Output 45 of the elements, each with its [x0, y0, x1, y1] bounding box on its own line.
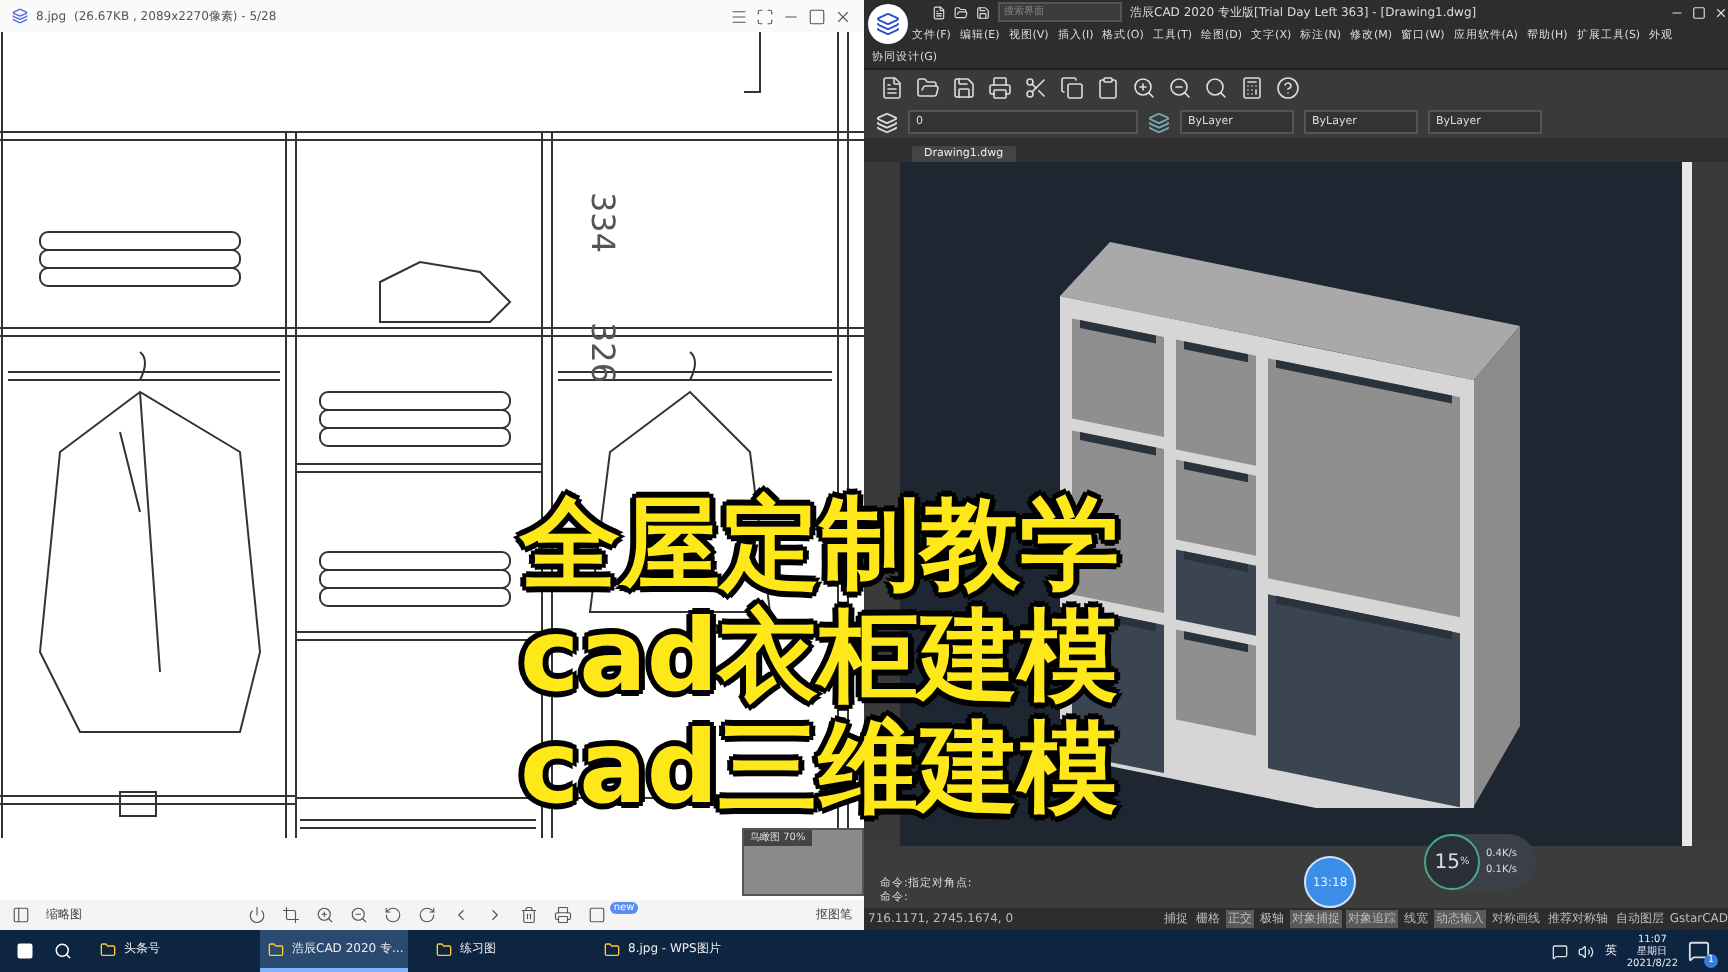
- help-icon[interactable]: [1276, 76, 1300, 100]
- power-icon[interactable]: [247, 906, 266, 924]
- bracket-line: [743, 32, 761, 93]
- zoom-in-icon[interactable]: [1132, 76, 1156, 100]
- layers-icon[interactable]: [876, 111, 898, 133]
- dimension-label: 326: [584, 322, 622, 384]
- rotate-left-icon[interactable]: [383, 906, 402, 924]
- app-icon: [268, 941, 284, 957]
- zoom-out-icon[interactable]: [1168, 76, 1192, 100]
- app-icon: [436, 941, 452, 957]
- save-icon[interactable]: [952, 76, 976, 100]
- volume-icon[interactable]: [1578, 943, 1595, 959]
- menu-icon[interactable]: [730, 7, 748, 25]
- delete-icon[interactable]: [519, 906, 538, 924]
- apps-icon[interactable]: [587, 906, 606, 924]
- search-icon[interactable]: [54, 942, 72, 960]
- copy-icon[interactable]: [1060, 76, 1084, 100]
- layer-states-icon[interactable]: [1148, 111, 1170, 133]
- open-folder-icon[interactable]: [954, 5, 968, 19]
- maximize-icon[interactable]: [808, 7, 826, 25]
- print-icon[interactable]: [988, 76, 1012, 100]
- close-icon[interactable]: [834, 7, 852, 25]
- calculator-icon[interactable]: [1240, 76, 1264, 100]
- zoom-window-icon[interactable]: [1204, 76, 1228, 100]
- app-logo-icon: [12, 8, 28, 24]
- new-file-icon[interactable]: [880, 76, 904, 100]
- app-icon: [100, 941, 116, 957]
- cut-icon[interactable]: [1024, 76, 1048, 100]
- app-icon: [604, 941, 620, 957]
- paste-icon[interactable]: [1096, 76, 1120, 100]
- scrollbar[interactable]: [1682, 162, 1692, 846]
- zoom-in-icon[interactable]: [315, 906, 334, 924]
- fullscreen-icon[interactable]: [756, 7, 774, 25]
- zoom-out-icon[interactable]: [349, 906, 368, 924]
- new-file-icon[interactable]: [932, 5, 946, 19]
- print-icon[interactable]: [553, 906, 572, 924]
- chat-icon[interactable]: [1552, 943, 1569, 959]
- rotate-right-icon[interactable]: [417, 906, 436, 924]
- folded-shirt-drawing: [379, 260, 512, 323]
- open-folder-icon[interactable]: [916, 76, 940, 100]
- thumbnail-icon[interactable]: [12, 906, 30, 924]
- crop-icon[interactable]: [281, 906, 300, 924]
- start-icon[interactable]: [16, 942, 34, 960]
- save-icon[interactable]: [976, 5, 990, 19]
- dimension-label: 334: [584, 192, 622, 254]
